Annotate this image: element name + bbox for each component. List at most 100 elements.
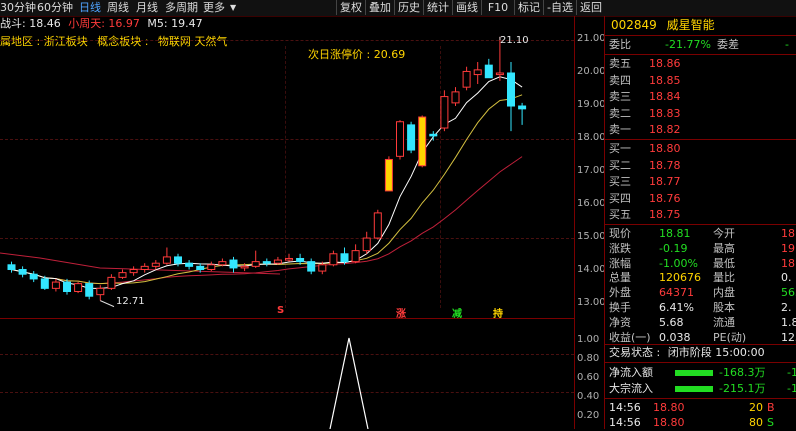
candle-body xyxy=(108,277,115,288)
quote-label: 涨跌 xyxy=(609,241,631,257)
candle-body xyxy=(286,258,293,260)
quote-row: 净资5.68流通1.88 xyxy=(609,315,795,331)
low-price-marker: 12.71 xyxy=(116,294,145,310)
ask-label: 卖五 xyxy=(609,56,631,72)
quote-label: 股本 xyxy=(713,300,735,316)
weibi-value: -21.77% xyxy=(665,37,711,53)
quote-label: 内盘 xyxy=(713,285,735,301)
next-limit-price: 次日涨停价 : 20.69 xyxy=(308,47,405,63)
bid-price: 18.75 xyxy=(649,207,681,223)
ask-price: 18.84 xyxy=(649,89,681,105)
flow-label: 大宗流入 xyxy=(609,381,653,397)
tick-time: 14:56 xyxy=(609,415,641,431)
signal-subchart xyxy=(0,318,574,429)
candle-body xyxy=(41,279,48,288)
candle-body xyxy=(330,254,337,265)
candle-body xyxy=(519,106,526,109)
ask-label: 卖二 xyxy=(609,106,631,122)
trade-status-value: 闭市阶段 15:00:00 xyxy=(668,346,765,359)
back-button[interactable]: 返回 xyxy=(576,0,605,15)
candle-body xyxy=(397,122,404,157)
bid-price: 18.80 xyxy=(649,141,681,157)
candle-body xyxy=(374,213,381,238)
candle-body xyxy=(274,260,281,263)
divider xyxy=(605,362,796,363)
candle-body xyxy=(252,262,259,267)
quote-label: 净资 xyxy=(609,315,631,331)
ask-label: 卖一 xyxy=(609,122,631,138)
bid-label: 买五 xyxy=(609,207,631,223)
candle-body xyxy=(175,257,182,263)
candle-body xyxy=(163,257,170,263)
candle-body xyxy=(474,70,481,75)
bid-price: 18.78 xyxy=(649,158,681,174)
candle-body xyxy=(508,73,515,106)
candle-body xyxy=(485,65,492,78)
divider xyxy=(605,224,796,225)
ask-label: 卖四 xyxy=(609,73,631,89)
quote-row: 外盘 64371 内盘 5630 xyxy=(609,285,795,301)
candle-body xyxy=(230,260,237,268)
candle-body xyxy=(197,266,204,269)
divider xyxy=(605,398,796,399)
quote-value: 2. xyxy=(781,300,792,316)
stock-header: 002849 威星智能 xyxy=(611,16,715,34)
quote-row: 换手6.41%股本2. xyxy=(609,300,795,316)
quote-value: 120676 xyxy=(659,270,701,286)
candle-body xyxy=(186,263,193,266)
ask-row: 卖五 18.86 xyxy=(609,56,795,72)
bid-label: 买三 xyxy=(609,174,631,190)
candle-body xyxy=(452,92,459,103)
price-axis: 21.00 20.00 19.00 18.00 17.00 16.00 15.0… xyxy=(574,16,605,429)
bid-row: 买四 18.76 xyxy=(609,191,795,207)
candle-body xyxy=(75,284,82,292)
candle-body xyxy=(430,134,437,136)
candle-body xyxy=(385,159,392,190)
quote-label: 量比 xyxy=(713,270,735,286)
quote-value: -0.19 xyxy=(659,241,687,257)
signal-s: S xyxy=(277,305,284,316)
quote-label: 外盘 xyxy=(609,285,631,301)
ask-row: 卖四 18.85 xyxy=(609,73,795,89)
bid-price: 18.76 xyxy=(649,191,681,207)
quote-value: -1.00% xyxy=(659,256,698,272)
quote-label: 总量 xyxy=(609,270,631,286)
bid-label: 买四 xyxy=(609,191,631,207)
quote-panel: 002849 威星智能 委比 -21.77% 委差 - 卖五18.86卖四18.… xyxy=(604,16,796,429)
bid-row: 买二 18.78 xyxy=(609,158,795,174)
candle-body xyxy=(52,282,59,288)
quote-row: 现价18.81今开18. xyxy=(609,226,795,242)
ma-line xyxy=(0,253,280,274)
stock-code: 002849 xyxy=(611,18,657,32)
ask-price: 18.86 xyxy=(649,56,681,72)
quote-label: 最高 xyxy=(713,241,735,257)
candle-body xyxy=(263,262,270,264)
bid-label: 买一 xyxy=(609,141,631,157)
quote-value: 5.68 xyxy=(659,315,684,331)
quote-value: 0. xyxy=(781,270,792,286)
candle-body xyxy=(208,265,215,270)
candle-body xyxy=(30,274,37,279)
quote-row: 涨跌-0.19最高19. xyxy=(609,241,795,257)
quote-value: 18. xyxy=(781,256,796,272)
candle-body xyxy=(241,266,248,268)
candle-body xyxy=(319,265,326,271)
flow-value: -215.1万 xyxy=(719,381,765,397)
quote-label: 涨幅 xyxy=(609,256,631,272)
candle-body xyxy=(64,282,71,291)
divider xyxy=(605,54,796,55)
bid-row: 买五 18.75 xyxy=(609,207,795,223)
ask-price: 18.85 xyxy=(649,73,681,89)
quote-value: 64371 xyxy=(659,285,694,301)
stock-name: 威星智能 xyxy=(667,18,715,32)
quote-label: 流通 xyxy=(713,315,735,331)
candle-body xyxy=(297,258,304,261)
candle-body xyxy=(19,269,26,274)
ask-price: 18.83 xyxy=(649,106,681,122)
tick-volume: 80 xyxy=(749,415,763,431)
bid-row: 买三18.77 xyxy=(609,174,795,190)
ask-price: 18.82 xyxy=(649,122,681,138)
candle-body xyxy=(130,269,137,272)
bid-label: 买二 xyxy=(609,158,631,174)
quote-value: 5630 xyxy=(781,285,796,301)
